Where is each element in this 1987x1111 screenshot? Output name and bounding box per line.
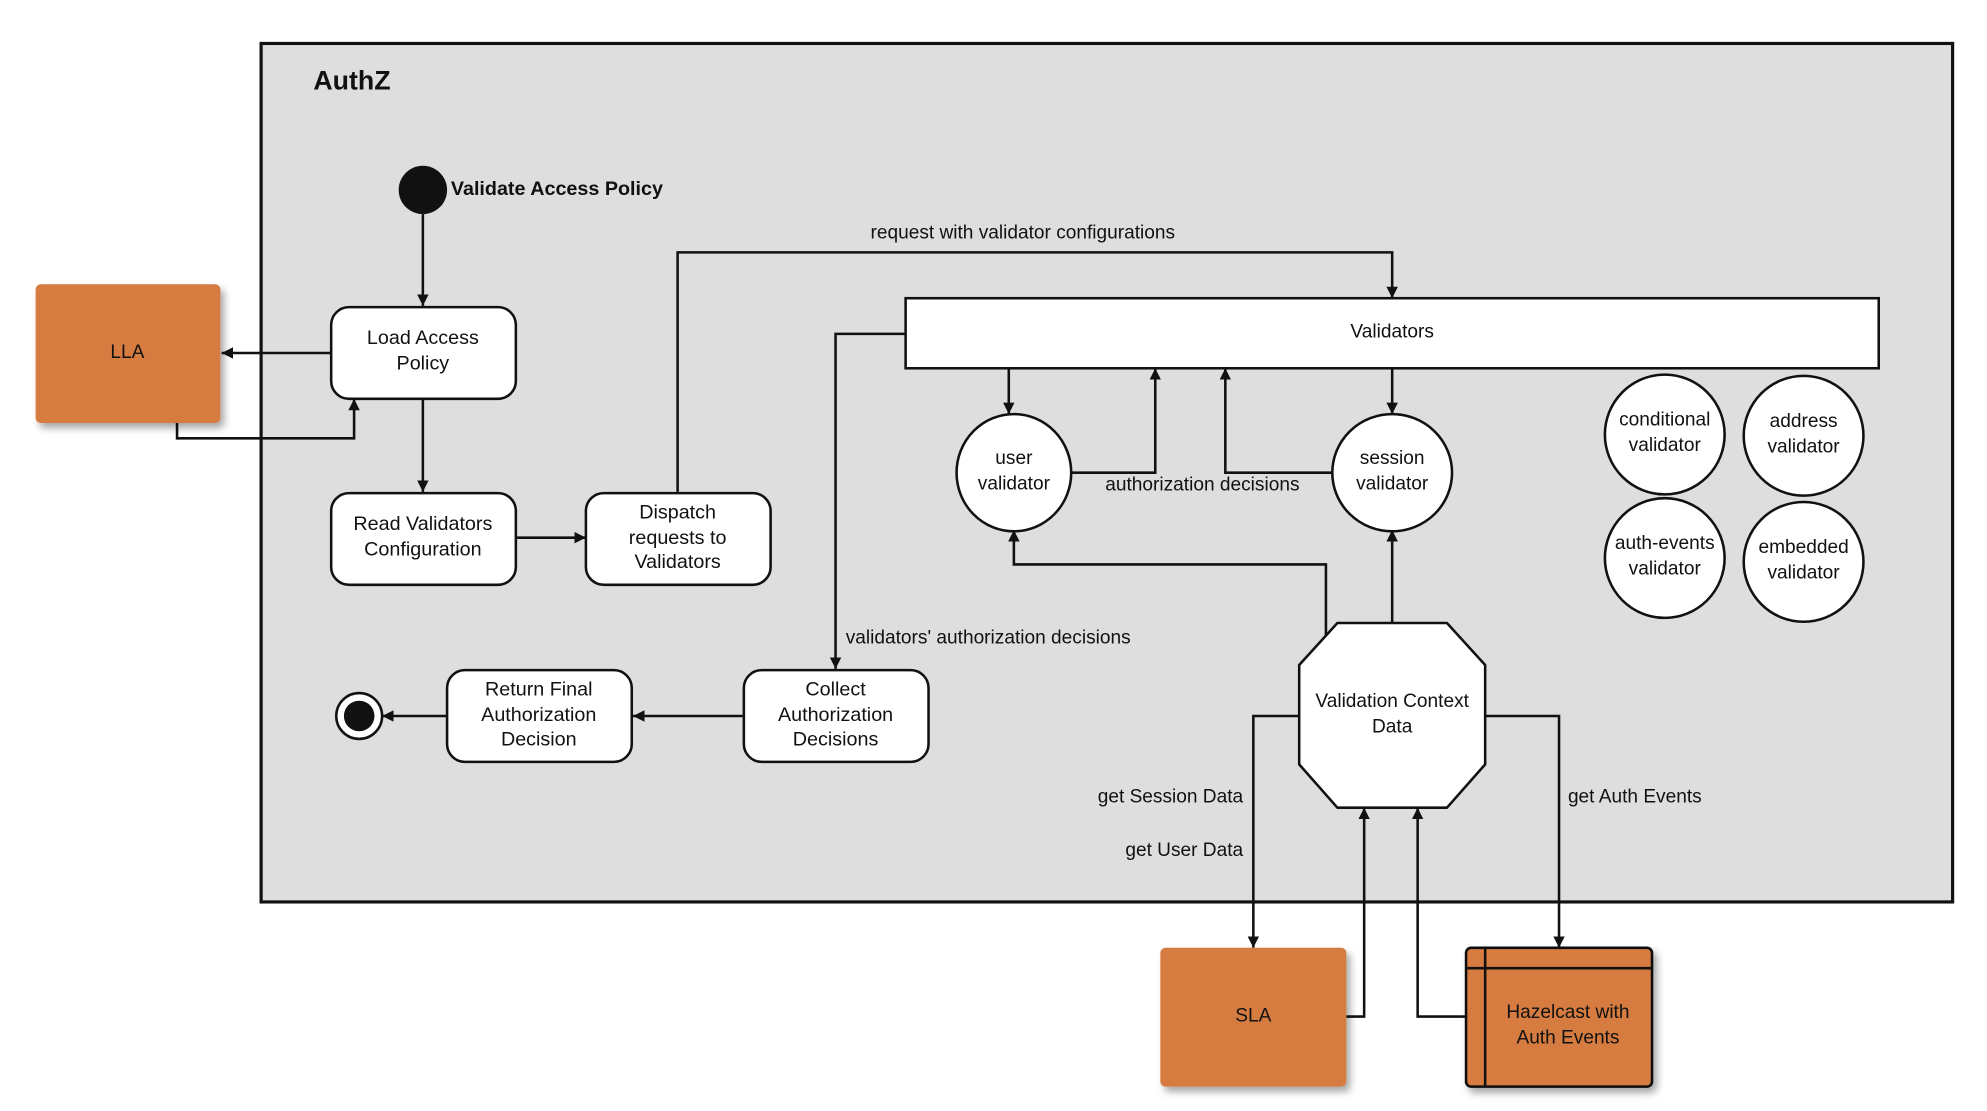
validator-text: validator <box>1629 435 1702 456</box>
lla-label: LLA <box>110 342 144 363</box>
frame-title: AuthZ <box>313 65 390 95</box>
validator-text: user <box>995 448 1033 469</box>
activity-text: Return Final <box>485 679 593 701</box>
activity-return-final-decision[interactable]: Return Final Authorization Decision <box>445 668 634 764</box>
activity-load-access-policy[interactable]: Load Access Policy <box>329 305 518 401</box>
activity-collect-decisions[interactable]: Collect Authorization Decisions <box>742 668 930 764</box>
sla-label: SLA <box>1235 1006 1271 1027</box>
context-text: Validation Context <box>1315 691 1469 712</box>
hazelcast-text: Auth Events <box>1516 1027 1619 1048</box>
activity-text: Validators <box>634 551 720 573</box>
activity-text: Configuration <box>364 539 481 561</box>
validator-text: auth-events <box>1615 533 1715 554</box>
external-lla[interactable]: LLA <box>35 284 221 424</box>
validator-text: validator <box>1767 436 1840 457</box>
validators-box[interactable]: Validators <box>904 296 1881 370</box>
validator-text: conditional <box>1619 410 1710 431</box>
activity-dispatch-requests[interactable]: Dispatch requests to Validators <box>584 491 772 587</box>
activity-text: Policy <box>397 353 450 375</box>
label-authorization-decisions: authorization decisions <box>1105 475 1299 496</box>
validator-address[interactable]: address validator <box>1742 374 1865 497</box>
validator-conditional[interactable]: conditional validator <box>1603 373 1726 496</box>
activity-text: Read Validators <box>353 513 492 535</box>
label-request-with-config: request with validator configurations <box>870 222 1175 243</box>
activity-text: Dispatch <box>639 502 716 524</box>
context-text: Data <box>1372 717 1413 738</box>
validator-auth-events[interactable]: auth-events validator <box>1603 496 1726 620</box>
validator-user[interactable]: user validator <box>955 412 1073 533</box>
validator-text: validator <box>1767 562 1840 583</box>
validator-session[interactable]: session validator <box>1331 412 1454 533</box>
validator-text: validator <box>1629 559 1702 580</box>
label-get-user-data: get User Data <box>1125 840 1243 861</box>
hazelcast-text: Hazelcast with <box>1506 1002 1629 1023</box>
end-node <box>334 691 384 741</box>
label-validators-decisions: validators' authorization decisions <box>846 627 1131 648</box>
validation-context-data[interactable]: Validation Context Data <box>1297 621 1487 809</box>
activity-read-validators-config[interactable]: Read Validators Configuration <box>329 491 518 587</box>
start-node <box>398 165 448 215</box>
validator-text: session <box>1360 448 1425 469</box>
validator-text: validator <box>978 473 1051 494</box>
authz-activity-diagram: AuthZ Validate Access Policy request wit… <box>35 41 1955 1088</box>
external-hazelcast[interactable]: Hazelcast with Auth Events <box>1464 946 1654 1088</box>
activity-text: Decision <box>501 728 577 750</box>
validator-text: validator <box>1356 473 1429 494</box>
activity-text: Authorization <box>481 704 596 726</box>
label-get-auth-events: get Auth Events <box>1568 787 1702 808</box>
validator-text: embedded <box>1758 537 1848 558</box>
external-sla[interactable]: SLA <box>1160 947 1347 1087</box>
validator-embedded[interactable]: embedded validator <box>1742 500 1865 624</box>
activity-text: Collect <box>805 679 866 701</box>
validator-text: address <box>1770 411 1838 432</box>
activity-text: Load Access <box>367 327 479 349</box>
start-label: Validate Access Policy <box>451 178 663 200</box>
activity-text: Authorization <box>778 704 893 726</box>
activity-text: requests to <box>629 527 727 549</box>
validators-box-label: Validators <box>1350 322 1434 343</box>
activity-text: Decisions <box>793 728 879 750</box>
label-get-session-data: get Session Data <box>1098 787 1244 808</box>
